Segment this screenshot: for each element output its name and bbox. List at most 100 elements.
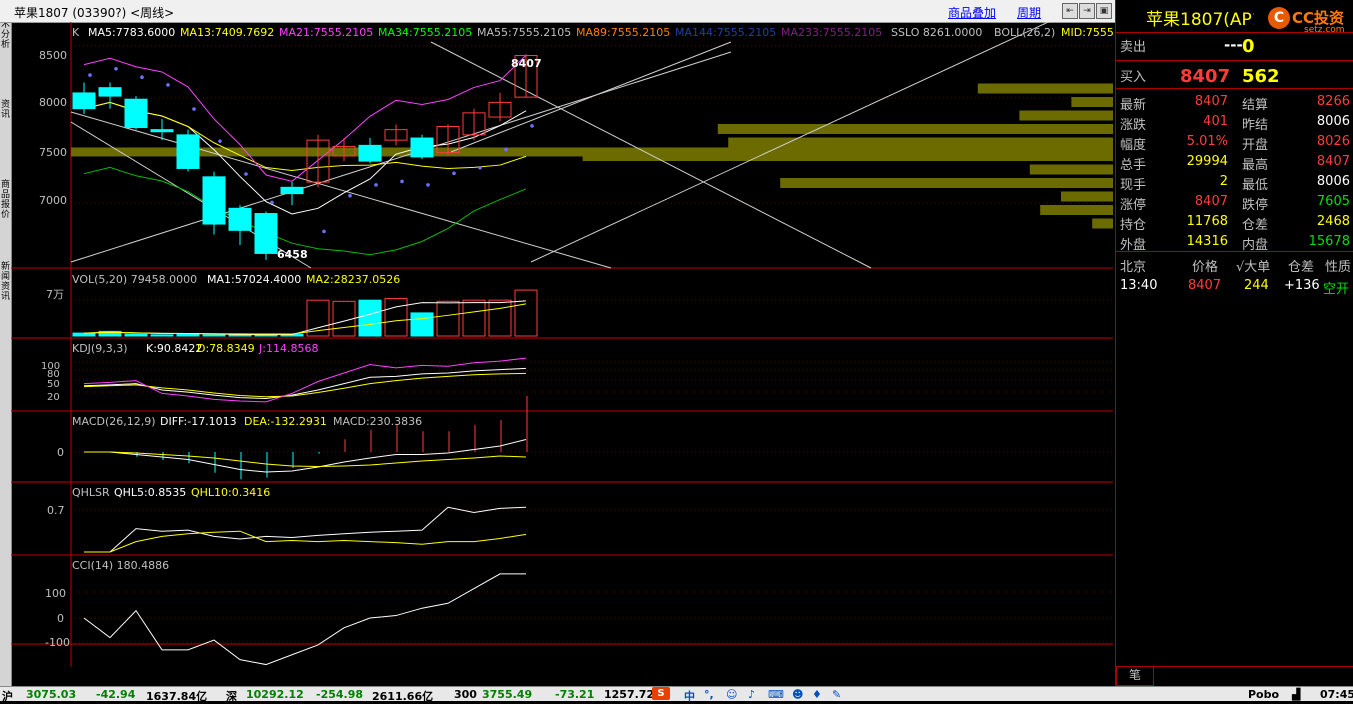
period-link[interactable]: 周期 [1017,4,1041,21]
cci-tick: 100 [45,587,66,600]
kdj-tick: 50 [47,379,60,390]
clock-label: 07:45 [1320,688,1353,701]
overlay-link[interactable]: 商品叠加 [948,4,996,21]
quote-row: 总手 29994 最高 8407 [1120,154,1350,173]
sar-dot [140,75,144,79]
left-tab-quotes[interactable]: 商品报价 [0,180,11,220]
sar-dot [88,73,92,77]
quote-row: 涨跌 401 昨结 8006 [1120,114,1350,133]
vol-ma2-line [83,303,527,335]
candle-body [124,98,148,129]
volume-profile-bar [977,83,1113,94]
volume-profile-bar [1029,164,1113,175]
volume-bar [358,299,382,337]
ma5-label: MA5:7783.6000 [88,26,175,39]
tick-row: 13:40 8407 244 +136 空开 [1120,278,1350,297]
signal-icon: ▟ [1292,688,1301,701]
sar-dot [426,183,430,187]
left-tab-info[interactable]: 资讯 [0,100,11,120]
kdj-tick: 20 [47,392,60,403]
volume-bar [124,333,148,337]
volume-bar [176,333,200,337]
macd-dea-label: DEA:-132.2931 [244,415,327,428]
volume-profile-bar [1040,205,1113,215]
ma13-label: MA13:7409.7692 [180,26,274,39]
high-price-label: 8407 [511,57,542,70]
quote-row: 涨停 8407 跌停 7605 [1120,194,1350,213]
macd-label: MACD(26,12,9) [72,415,156,428]
cci-tick: -100 [45,636,70,649]
vol-tick: 7万 [46,288,64,301]
left-tab-news[interactable]: 新闻资讯 [0,262,11,302]
sell-qty: 0 [1242,36,1255,57]
quote-row: 幅度 5.01% 开盘 8026 [1120,134,1350,153]
kline-chart[interactable]: K MA5:7783.6000 MA13:7409.7692 MA21:7555… [11,22,1113,667]
emoji-icon[interactable]: ☺ [726,688,737,701]
vol-ma1-label: MA1:57024.4000 [207,273,301,286]
maximize-icon[interactable]: ▣ [1096,3,1112,19]
volume-bar [72,332,96,337]
candle-body [410,137,434,158]
sar-dot [322,229,326,234]
quote-row: 持仓 11768 仓差 2468 [1120,214,1350,233]
candle-body [280,186,304,195]
qhl5-line [84,506,527,553]
price-tick: 8000 [39,96,67,109]
ime-mode-icon[interactable]: 中 [684,688,695,704]
ma34-label: MA34:7555.2105 [378,26,472,39]
candle-body [72,92,96,110]
zoom-in-icon[interactable]: ⇤ [1062,3,1078,19]
sell-price: --- [1224,36,1243,54]
mic-icon[interactable]: ♪ [748,688,755,701]
quote-row: 最新 8407 结算 8266 [1120,94,1350,113]
sar-dot [244,172,248,176]
qhl10-label: QHL10:0.3416 [191,486,270,499]
kdj-d-line [83,372,527,398]
candle-body [358,144,382,162]
volume-bar [410,312,434,337]
tick-header: 北京 价格 √大单 仓差 性质 [1120,260,1352,275]
sar-dot [374,183,378,187]
buy-price: 8407 [1180,66,1231,87]
buy-qty: 562 [1242,66,1280,87]
price-tick: 7500 [39,146,67,159]
brand-icon: C [1268,7,1290,29]
kdj-j-label: J:114.8568 [258,342,318,355]
quote-panel: 苹果1807(AP1807) C CC投资 setz.com 卖出 --- 0 … [1115,0,1353,686]
sar-dot [478,165,482,170]
volume-bar [150,334,174,337]
ma55-label: MA55:7555.2105 [477,26,571,39]
sell-row: 卖出 --- 0 [1120,36,1255,57]
sar-dot [114,67,118,71]
keyboard-icon[interactable]: ⌨ [768,688,784,701]
cci-line [83,573,526,666]
qhlsr-label: QHLSR [72,486,110,499]
volume-profile-bar [717,124,1113,134]
candle-body [202,176,226,225]
volume-profile-bar [728,137,1113,148]
trend-line [450,41,732,153]
sar-dot [348,193,352,198]
low-price-label: 6458 [277,248,308,261]
sar-dot [218,139,222,143]
pobo-label: Pobo [1248,688,1280,701]
ma21-label: MA21:7555.2105 [279,26,373,39]
tools-icon[interactable]: ✎ [832,688,841,701]
boll-label: BOLL(26,2) [994,26,1055,39]
k-label: K [72,26,80,39]
vol-ma1-line [83,300,527,336]
boll-upper-line [83,54,527,182]
tick-tab[interactable]: 笔 [1116,667,1154,686]
volume-profile-bar [780,178,1113,188]
ime-icon[interactable]: S [652,687,670,700]
quote-row: 外盘 14316 内盘 15678 [1120,234,1350,253]
candle-body [228,207,252,231]
skin-icon[interactable]: ♦ [812,688,822,701]
macd-val-label: MACD:230.3836 [333,415,422,428]
user-icon[interactable]: ☻ [792,688,803,701]
macd-tick: 0 [57,446,64,459]
kdj-k-label: K:90.8422 [146,342,202,355]
punct-icon[interactable]: °, [704,688,714,701]
mid-label: MID:7555 [1061,26,1113,39]
zoom-out-icon[interactable]: ⇥ [1079,3,1095,19]
